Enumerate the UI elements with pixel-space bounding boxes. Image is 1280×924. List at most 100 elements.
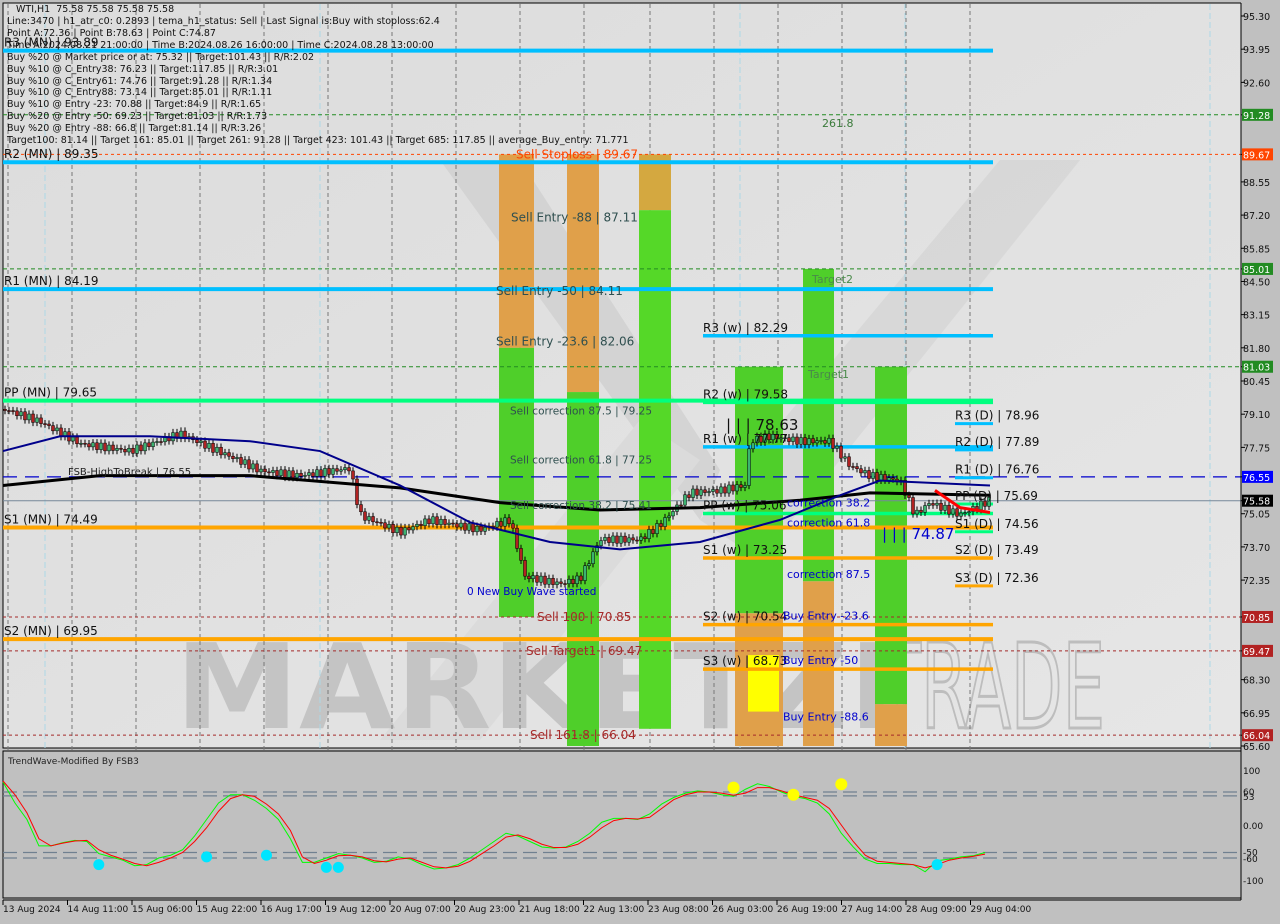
candle-body	[239, 457, 243, 465]
candle-body	[527, 575, 531, 579]
candle-body	[599, 540, 603, 546]
candle-body	[623, 535, 627, 543]
oscillator-cyan-dot	[93, 859, 105, 871]
candle-body	[579, 575, 583, 581]
daily-level-label: PP (D) | 75.69	[955, 489, 1038, 503]
candle-body	[607, 537, 611, 543]
candle-body	[875, 472, 879, 481]
candle-body	[307, 472, 311, 476]
candle-body	[407, 527, 411, 531]
candle-body	[547, 578, 551, 585]
candle-body	[663, 517, 667, 527]
price-tag-label: 70.85	[1243, 613, 1270, 624]
sell-annotation: Sell Target1 | 69.47	[526, 644, 642, 658]
candle-body	[699, 489, 703, 496]
candle-body	[887, 477, 891, 481]
candle-body	[867, 470, 871, 479]
candle-body	[703, 489, 707, 493]
candle-body	[39, 417, 43, 424]
x-tick-label: 29 Aug 04:00	[971, 905, 1032, 915]
candle-body	[151, 441, 155, 447]
candle-body	[655, 523, 659, 534]
candle-body	[731, 484, 735, 492]
zone-band	[567, 392, 599, 746]
candle-body	[823, 440, 827, 444]
monthly-level-label: PP (MN) | 79.65	[4, 386, 97, 400]
candle-body	[391, 524, 395, 534]
candle-body	[563, 583, 567, 585]
candle-body	[131, 447, 135, 454]
candle-body	[879, 474, 883, 481]
candle-body	[251, 463, 255, 470]
y-tick-label: 75.05	[1243, 510, 1270, 521]
candle-body	[83, 443, 87, 445]
candle-body	[455, 523, 459, 528]
buy-annotation: correction 61.8	[787, 516, 870, 529]
candle-body	[75, 436, 79, 445]
zone-band	[499, 154, 534, 348]
y-tick-label: 95.30	[1243, 12, 1270, 23]
price-tag-label: 75.58	[1243, 497, 1270, 508]
candle-body	[707, 491, 711, 493]
candle-body	[387, 524, 391, 529]
candle-body	[103, 442, 107, 452]
candle-body	[543, 575, 547, 585]
price-tag-label: 76.55	[1243, 473, 1270, 484]
candle-body	[695, 488, 699, 496]
candle-body	[627, 537, 631, 543]
candle-body	[931, 503, 935, 506]
candle-body	[943, 504, 947, 511]
candle-body	[643, 536, 647, 539]
candle-body	[471, 523, 475, 533]
fib-261-label: 261.8	[822, 117, 854, 130]
candle-body	[259, 468, 263, 473]
buy-annotation: correction 87.5	[787, 568, 870, 581]
x-tick-label: 27 Aug 14:00	[842, 905, 903, 915]
candle-body	[215, 446, 219, 453]
candle-body	[203, 440, 207, 449]
candle-body	[427, 518, 431, 525]
candle-body	[947, 504, 951, 515]
candle-body	[935, 502, 939, 506]
y-tick-label: 81.80	[1243, 344, 1270, 355]
weekly-level-label: R3 (w) | 82.29	[703, 321, 788, 335]
candle-body	[51, 425, 55, 432]
candle-body	[659, 523, 663, 527]
candle-body	[951, 508, 955, 515]
y-tick-label: 66.95	[1243, 709, 1270, 720]
candle-body	[483, 527, 487, 532]
candle-body	[815, 440, 819, 444]
weekly-level-label: PP (w) | 75.06	[703, 498, 787, 512]
zone-band	[567, 154, 599, 393]
candle-body	[919, 509, 923, 513]
candle-body	[835, 445, 839, 449]
y-tick-label: 83.15	[1243, 311, 1270, 322]
candle-body	[467, 523, 471, 531]
x-tick-label: 20 Aug 07:00	[390, 905, 451, 915]
candle-body	[219, 446, 223, 456]
candle-body	[683, 494, 687, 506]
y-tick-label: 72.35	[1243, 576, 1270, 587]
candle-body	[127, 447, 131, 453]
sell-annotation: Sell correction 61.8 | 77.25	[510, 455, 652, 467]
oscillator-yellow-dot	[727, 781, 740, 794]
y-tick-label: 93.95	[1243, 45, 1270, 56]
oscillator-panel[interactable]	[2, 750, 1242, 899]
candle-body	[639, 536, 643, 541]
candle-body	[323, 468, 327, 477]
price-tag-label: 89.67	[1243, 150, 1270, 161]
candle-body	[679, 504, 683, 507]
candle-body	[519, 548, 523, 561]
x-tick-label: 13 Aug 2024	[3, 905, 61, 915]
candle-body	[515, 527, 519, 549]
x-tick-label: 23 Aug 08:00	[648, 905, 709, 915]
candle-body	[451, 522, 455, 525]
symbol-ohlc: WTI,H1 75.58 75.58 75.58 75.58	[16, 4, 174, 16]
candle-body	[415, 523, 419, 527]
candle-body	[551, 578, 555, 585]
candle-body	[927, 503, 931, 506]
y-tick-label: 77.75	[1243, 443, 1270, 454]
info-line: Buy %10 @ C_Entry88: 73.14 || Target:85.…	[7, 87, 273, 99]
candle-body	[503, 517, 507, 527]
candle-body	[123, 449, 127, 453]
